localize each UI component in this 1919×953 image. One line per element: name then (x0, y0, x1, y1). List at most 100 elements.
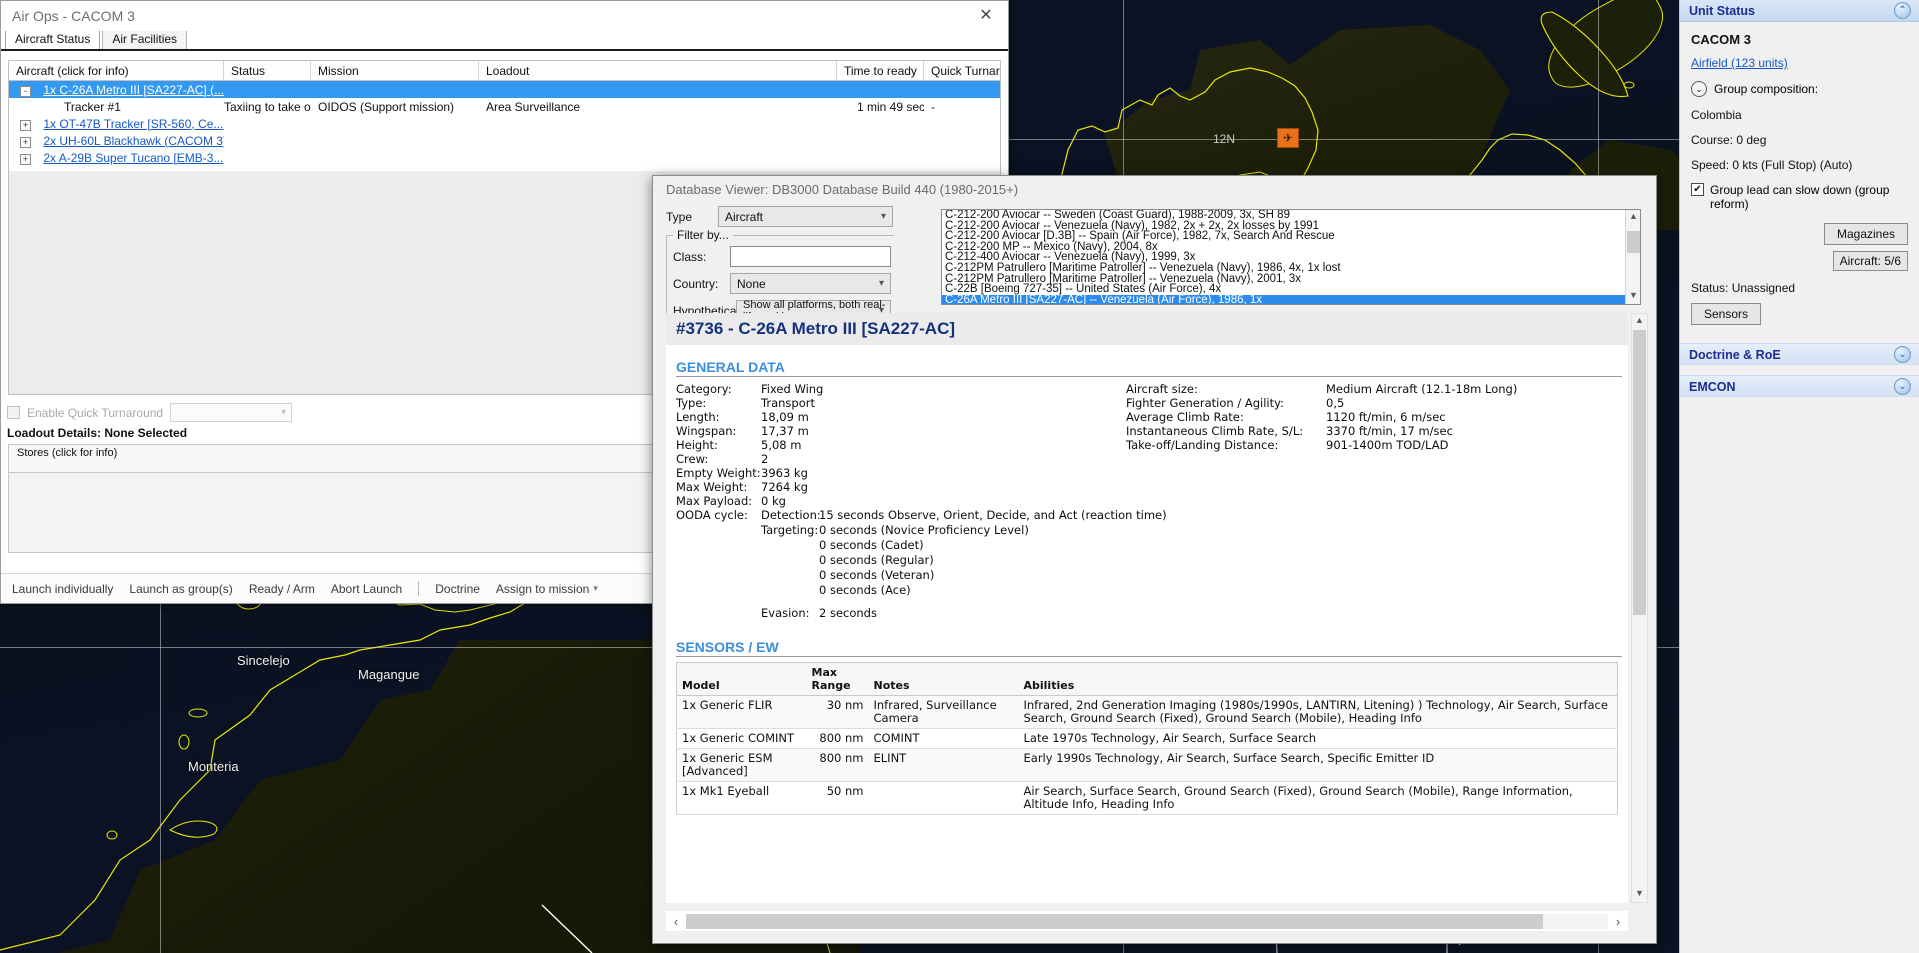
city-label-monteria: Monteria (188, 759, 239, 774)
list-item-selected[interactable]: C-26A Metro III [SA227-AC] -- Venezuela … (942, 294, 1640, 304)
city-label-sincelejo: Sincelejo (237, 653, 290, 668)
air-ops-title: Air Ops - CACOM 3 (12, 8, 135, 24)
launch-individually-button[interactable]: Launch individually (12, 582, 113, 596)
ooda-key (761, 583, 819, 598)
abort-launch-button[interactable]: Abort Launch (331, 582, 402, 596)
column-mission: Mission (311, 61, 479, 80)
magazines-button[interactable]: Magazines (1823, 223, 1908, 245)
row-expander[interactable]: + (20, 136, 31, 148)
listbox-scrollbar[interactable]: ▲ ▼ (1625, 210, 1640, 304)
gd-key: Empty Weight: (676, 466, 761, 480)
database-viewer-window[interactable]: Database Viewer: DB3000 Database Build 4… (652, 175, 1657, 944)
cell-status: Taxiing to take off (224, 99, 311, 114)
record-horizontal-scrollbar[interactable]: ‹ › (666, 911, 1628, 931)
assign-to-mission-button[interactable]: Assign to mission (496, 582, 589, 596)
database-viewer-titlebar[interactable]: Database Viewer: DB3000 Database Build 4… (653, 176, 1656, 202)
type-select[interactable]: Aircraft ▾ (718, 206, 893, 227)
chevron-down-icon[interactable]: ⌄ (1894, 346, 1911, 363)
chevron-down-icon[interactable]: ▾ (593, 583, 598, 594)
table-row[interactable]: + 2x UH-60L Blackhawk (CACOM 3) (9, 132, 1000, 149)
gd-value: 3370 ft/min, 17 m/sec (1326, 424, 1453, 438)
island-northeast (1532, 0, 1678, 100)
scroll-up-icon[interactable]: ▲ (1632, 314, 1647, 329)
platform-listbox[interactable]: C-212-200 Aviocar -- Sweden (Coast Guard… (941, 209, 1641, 305)
scroll-left-icon[interactable]: ‹ (666, 914, 686, 929)
database-record-panel: #3736 - C-26A Metro III [SA227-AC] GENER… (666, 313, 1628, 903)
tab-air-facilities[interactable]: Air Facilities (102, 29, 188, 49)
unit-status-body: CACOM 3 Airfield (123 units) ⌄ Group com… (1680, 22, 1919, 325)
hscroll-track[interactable] (686, 913, 1608, 929)
air-ops-tabs[interactable]: Aircraft Status Air Facilities (1, 29, 1008, 51)
general-data-right-column: Aircraft size: Medium Aircraft (12.1-18m … (1126, 382, 1517, 508)
chevron-down-icon[interactable]: ⌄ (1894, 378, 1911, 395)
unit-status-header[interactable]: Unit Status ⌃ (1680, 0, 1919, 22)
row-expander[interactable]: + (20, 153, 31, 165)
table-row[interactable]: Tracker #1 Taxiing to take off OIDOS (Su… (9, 98, 1000, 115)
scroll-down-icon[interactable]: ▼ (1632, 887, 1647, 902)
scroll-down-icon[interactable]: ▼ (1626, 289, 1640, 304)
scroll-up-icon[interactable]: ▲ (1626, 210, 1640, 225)
aircraft-table-body[interactable]: - 1x C-26A Metro III [SA227-AC] (... Tra… (9, 81, 1000, 166)
loadout-details-title: Loadout Details: None Selected (7, 426, 188, 440)
group-lead-row[interactable]: ✔ Group lead can slow down (group reform… (1691, 183, 1908, 211)
aircraft-count-button[interactable]: Aircraft: 5/6 (1832, 251, 1908, 271)
quick-turnaround-select[interactable]: ▾ (170, 403, 293, 422)
ooda-value: 0 seconds (Novice Proficiency Level) (819, 523, 1029, 537)
doctrine-roe-section[interactable]: Doctrine & RoE ⌄ (1680, 343, 1919, 365)
quick-turnaround-label: Enable Quick Turnaround (27, 405, 164, 420)
column-quick-turnaround: Quick Turnaround (931, 64, 1000, 78)
aircraft-link[interactable]: 2x A-29B Super Tucano [EMB-3... (43, 151, 223, 165)
aircraft-link[interactable]: 1x OT-47B Tracker [SR-560, Ce... (43, 117, 223, 131)
gd-key: Take-off/Landing Distance: (1126, 438, 1279, 452)
airfield-link[interactable]: Airfield (123 units) (1691, 56, 1908, 70)
record-vertical-scrollbar[interactable]: ▲ ▼ (1631, 313, 1648, 903)
scrollbar-thumb[interactable] (1627, 231, 1640, 253)
group-composition-row[interactable]: ⌄ Group composition: (1691, 81, 1908, 97)
enable-quick-turnaround-checkbox[interactable] (7, 406, 20, 419)
table-row: 1x Generic ESM [Advanced] 800 nm ELINT E… (676, 748, 1618, 782)
scroll-right-icon[interactable]: › (1608, 914, 1628, 929)
column-notes: Notes (868, 662, 1019, 696)
table-row[interactable]: - 1x C-26A Metro III [SA227-AC] (... (9, 81, 1000, 98)
gd-key: Average Climb Rate: (1126, 410, 1244, 424)
hostile-unit-marker[interactable]: ✈ (1277, 128, 1299, 148)
gd-value: 2 (761, 452, 769, 466)
chevron-down-icon: ▾ (878, 278, 884, 289)
row-expander[interactable]: + (20, 119, 31, 131)
table-row[interactable]: + 1x OT-47B Tracker [SR-560, Ce... (9, 115, 1000, 132)
doctrine-button[interactable]: Doctrine (435, 582, 480, 596)
aircraft-link[interactable]: 2x UH-60L Blackhawk (CACOM 3) (43, 134, 224, 148)
launch-as-groups-button[interactable]: Launch as group(s) (129, 582, 232, 596)
scrollbar-thumb[interactable] (686, 913, 1544, 929)
class-input[interactable] (730, 246, 891, 267)
chevron-up-icon[interactable]: ⌃ (1894, 2, 1911, 19)
general-data-left-column: Category: Fixed Wing Type: Transport Lengt… (676, 382, 1126, 508)
column-abilities: Abilities (1018, 662, 1618, 696)
group-lead-checkbox[interactable]: ✔ (1691, 183, 1704, 196)
record-heading: #3736 - C-26A Metro III [SA227-AC] (676, 319, 956, 338)
row-expander[interactable]: - (20, 85, 31, 97)
aircraft-link[interactable]: 1x C-26A Metro III [SA227-AC] (... (43, 83, 224, 97)
gd-key: Fighter Generation / Agility: (1126, 396, 1284, 410)
emcon-section[interactable]: EMCON ⌄ (1680, 375, 1919, 397)
table-row[interactable]: + 2x A-29B Super Tucano [EMB-3... (9, 149, 1000, 166)
sensor-model: 1x Generic FLIR (676, 695, 807, 729)
close-icon[interactable]: ✕ (976, 7, 996, 27)
air-ops-titlebar[interactable]: Air Ops - CACOM 3 ✕ (1, 1, 1008, 31)
list-item[interactable]: C-212PM Patrullero [Maritime Patroller] … (942, 262, 1640, 274)
tab-aircraft-status[interactable]: Aircraft Status (5, 29, 101, 49)
country-select[interactable]: None ▾ (730, 273, 891, 294)
unit-name: CACOM 3 (1691, 32, 1751, 47)
scrollbar-thumb[interactable] (1633, 330, 1646, 615)
sensor-range: 800 nm (806, 728, 869, 749)
gd-key: Height: (676, 438, 718, 452)
right-side-panel[interactable]: Unit Status ⌃ CACOM 3 Airfield (123 unit… (1679, 0, 1919, 953)
sensors-button[interactable]: Sensors (1691, 303, 1762, 325)
map-grid-label-12n: 12N (1213, 132, 1236, 146)
list-item[interactable]: C-212-200 Aviocar -- Sweden (Coast Guard… (942, 210, 1640, 221)
ready-arm-button[interactable]: Ready / Arm (249, 582, 315, 596)
emcon-label: EMCON (1689, 379, 1736, 394)
chevron-down-icon[interactable]: ⌄ (1691, 81, 1707, 97)
sensor-range: 30 nm (806, 695, 869, 729)
quick-turnaround-row[interactable]: Enable Quick Turnaround ▾ (7, 403, 293, 422)
